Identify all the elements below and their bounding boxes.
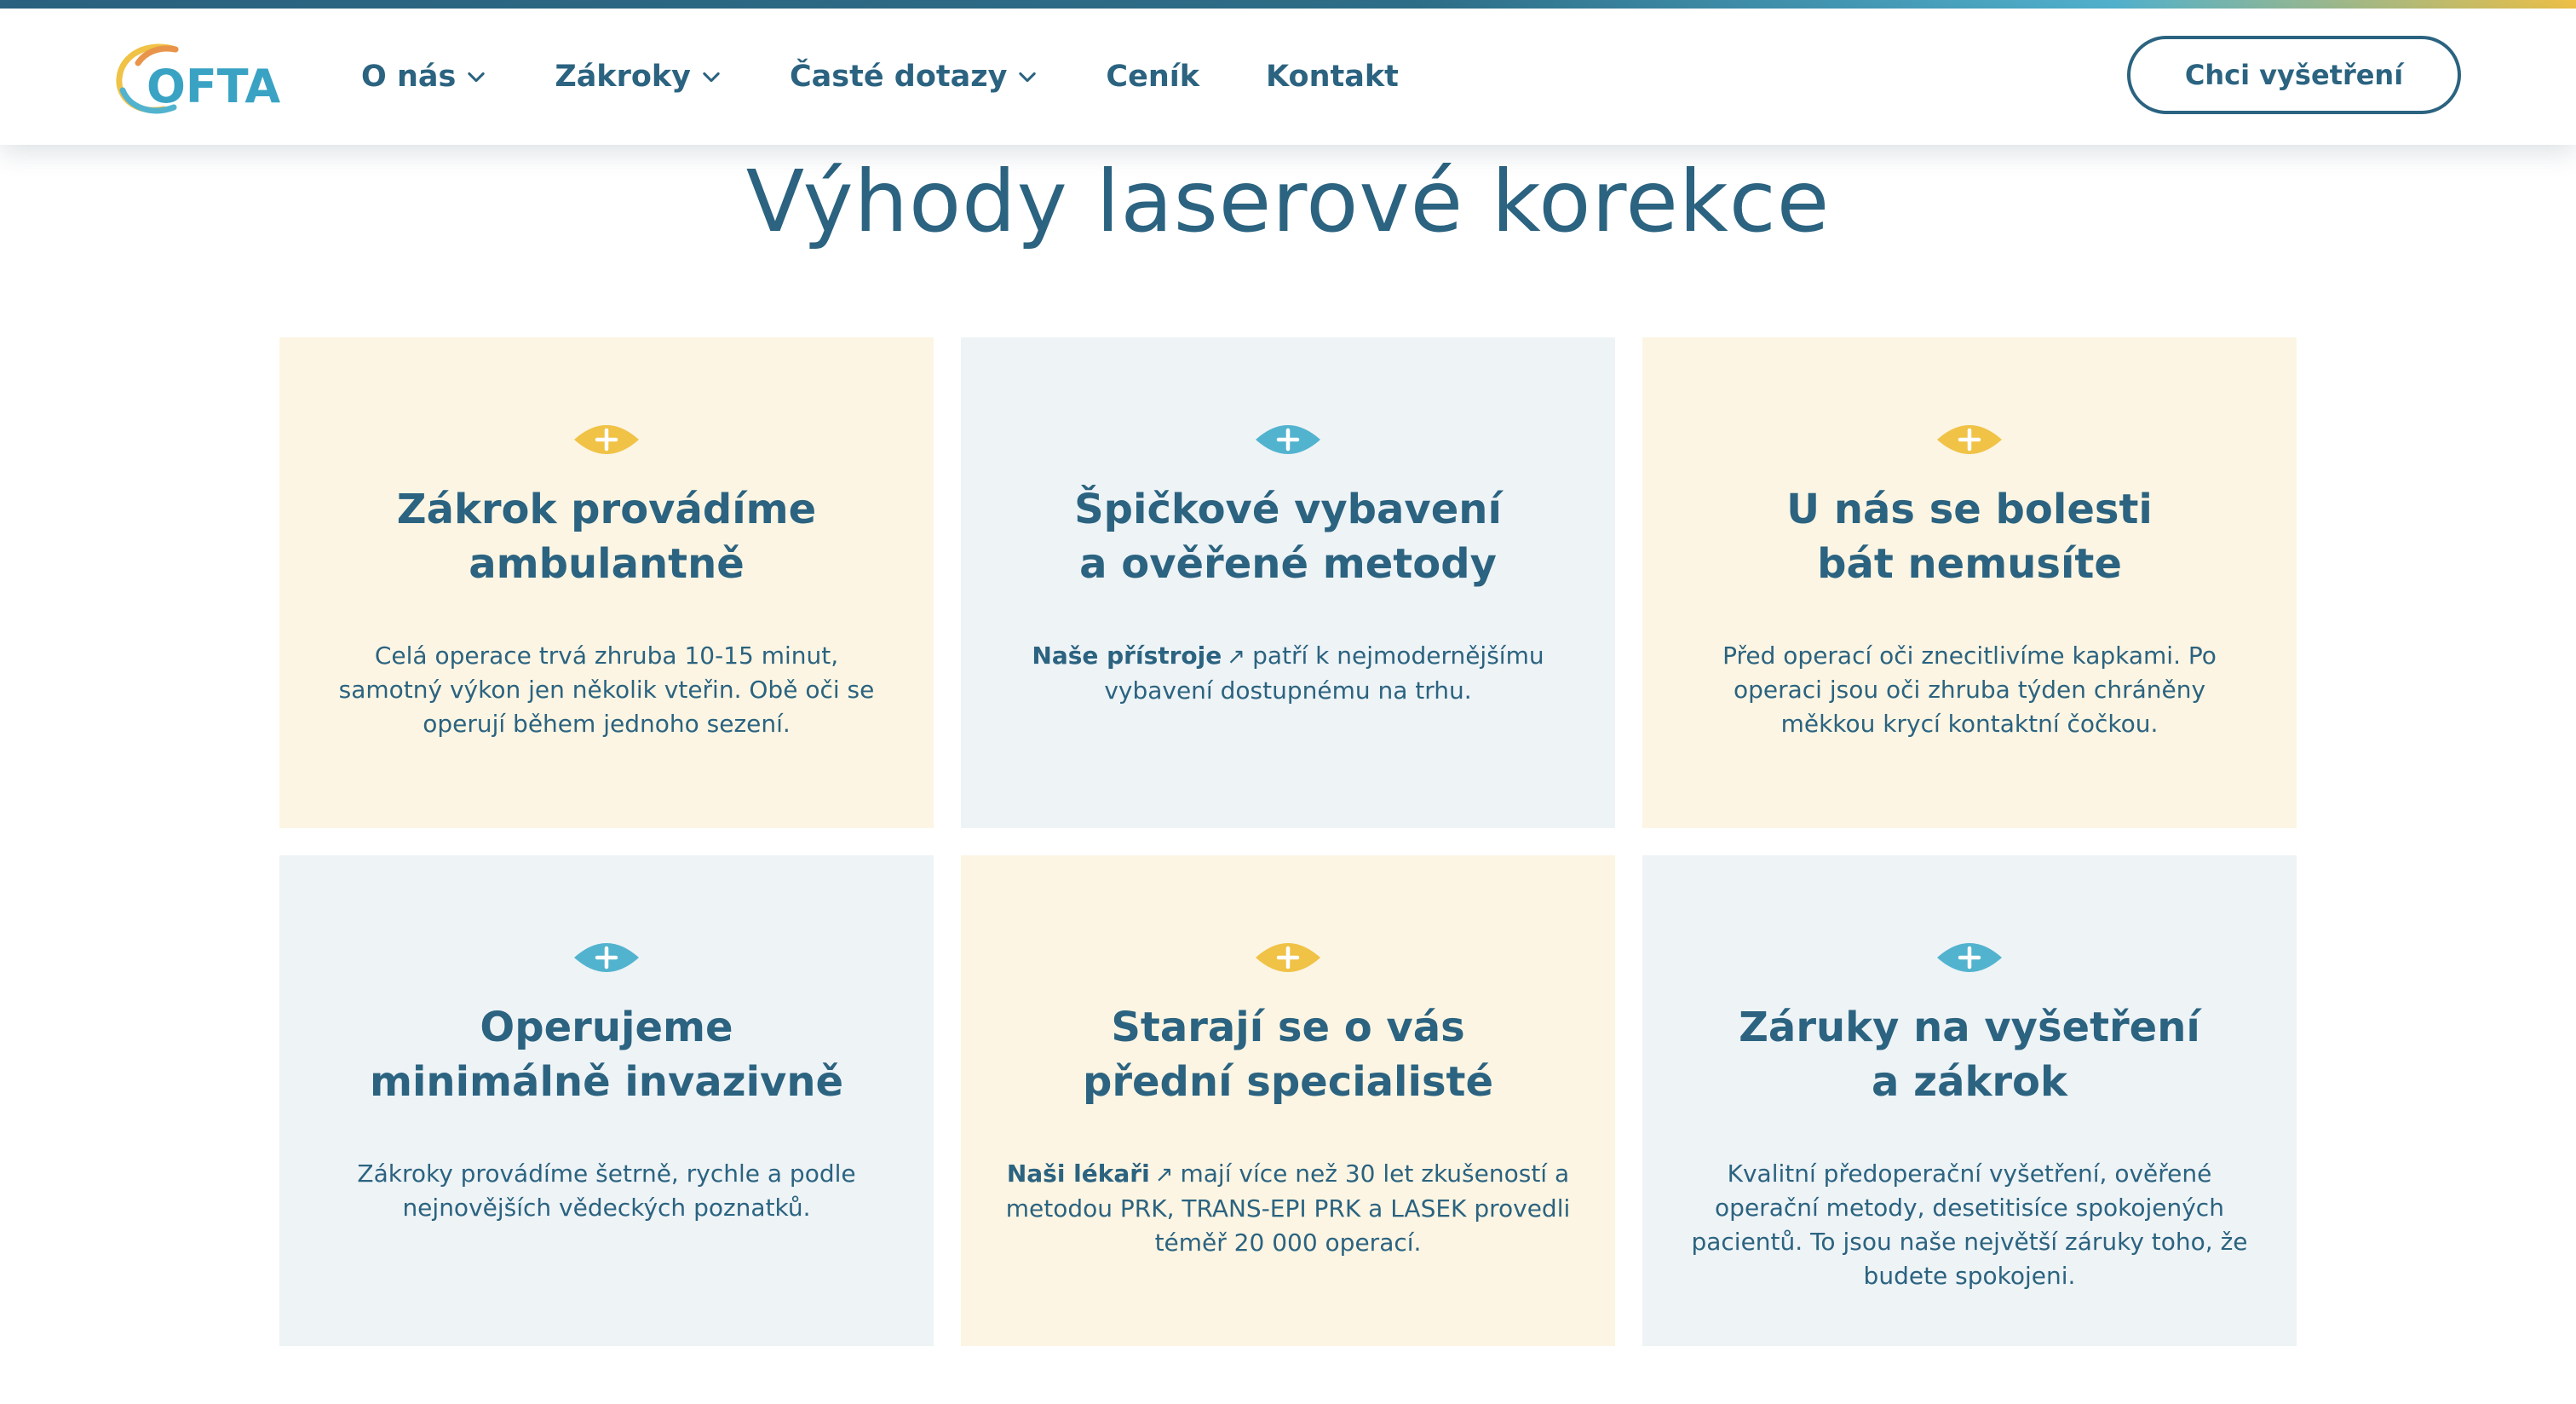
benefit-card-minimally-invasive: Operujeme minimálně invazivně Zákroky pr… [279, 855, 934, 1346]
card-title: Operujeme minimálně invazivně [369, 1004, 844, 1106]
card-title: Špičkové vybavení a ověřené metody [1074, 486, 1502, 588]
request-exam-button[interactable]: Chci vyšetření [2127, 36, 2461, 114]
nav-item-zakroky[interactable]: Zákroky [555, 60, 723, 94]
eye-plus-icon [1256, 425, 1320, 454]
equipment-link[interactable]: Naše přístroje [1032, 642, 1222, 670]
main-nav: O nás Zákroky Časté dotazy Ceník Kontakt [361, 9, 1465, 145]
benefit-card-specialists: Starají se o vás přední specialisté Naši… [961, 855, 1615, 1346]
ofta-logo[interactable]: OFTA [114, 29, 285, 131]
nav-item-label: O nás [361, 60, 457, 94]
chevron-down-icon [703, 72, 720, 83]
eye-plus-icon [1256, 943, 1320, 972]
card-text: Kvalitní předoperační vyšetření, ověřené… [1691, 1159, 2248, 1290]
eye-plus-icon [1937, 425, 2002, 454]
card-text: Před operací oči znecitlivíme kapkami. P… [1722, 642, 2217, 738]
logo-wordmark: OFTA [147, 60, 280, 113]
card-title: Záruky na vyšetření a zákrok [1739, 1004, 2200, 1106]
nav-item-o-nas[interactable]: O nás [361, 60, 488, 94]
external-arrow-icon: ↗ [1154, 1162, 1174, 1188]
benefits-grid: Zákrok provádíme ambulantně Celá operace… [279, 337, 2297, 1346]
card-title: Starají se o vás přední specialisté [1082, 1004, 1494, 1106]
doctors-link[interactable]: Naši lékaři [1007, 1159, 1150, 1188]
card-text: Zákroky provádíme šetrně, rychle a podle… [357, 1159, 856, 1222]
site-header: OFTA O nás Zákroky Časté dotazy Ceník Ko… [0, 9, 2576, 145]
external-arrow-icon: ↗ [1227, 644, 1246, 670]
nav-item-label: Kontakt [1266, 60, 1399, 94]
nav-item-label: Časté dotazy [789, 60, 1008, 94]
benefit-card-no-pain: U nás se bolesti bát nemusíte Před opera… [1642, 337, 2297, 828]
section-title: Výhody laserové korekce [745, 152, 1831, 251]
benefit-card-ambulatory: Zákrok provádíme ambulantně Celá operace… [279, 337, 934, 828]
card-text: Celá operace trvá zhruba 10-15 minut, sa… [338, 642, 875, 738]
top-accent-stripe [0, 0, 2576, 9]
eye-plus-icon [574, 425, 639, 454]
eye-plus-icon [574, 943, 639, 972]
card-text: Naši lékaři ↗ mají více než 30 let zkušeno… [1005, 1159, 1571, 1257]
eye-plus-icon [1937, 943, 2002, 972]
chevron-down-icon [468, 72, 485, 83]
nav-item-label: Zákroky [555, 60, 691, 94]
card-title: U nás se bolesti bát nemusíte [1786, 486, 2153, 588]
nav-item-kontakt[interactable]: Kontakt [1266, 60, 1399, 94]
card-text: Naše přístroje ↗ patří k nejmodernějšímu v… [1032, 642, 1544, 705]
benefit-card-guarantees: Záruky na vyšetření a zákrok Kvalitní př… [1642, 855, 2297, 1346]
card-title: Zákrok provádíme ambulantně [396, 486, 817, 588]
nav-item-label: Ceník [1106, 60, 1200, 94]
nav-item-caste-dotazy[interactable]: Časté dotazy [790, 60, 1039, 94]
benefit-card-equipment: Špičkové vybavení a ověřené metody Naše … [961, 337, 1615, 828]
chevron-down-icon [1019, 72, 1037, 83]
nav-item-cenik[interactable]: Ceník [1106, 60, 1199, 94]
